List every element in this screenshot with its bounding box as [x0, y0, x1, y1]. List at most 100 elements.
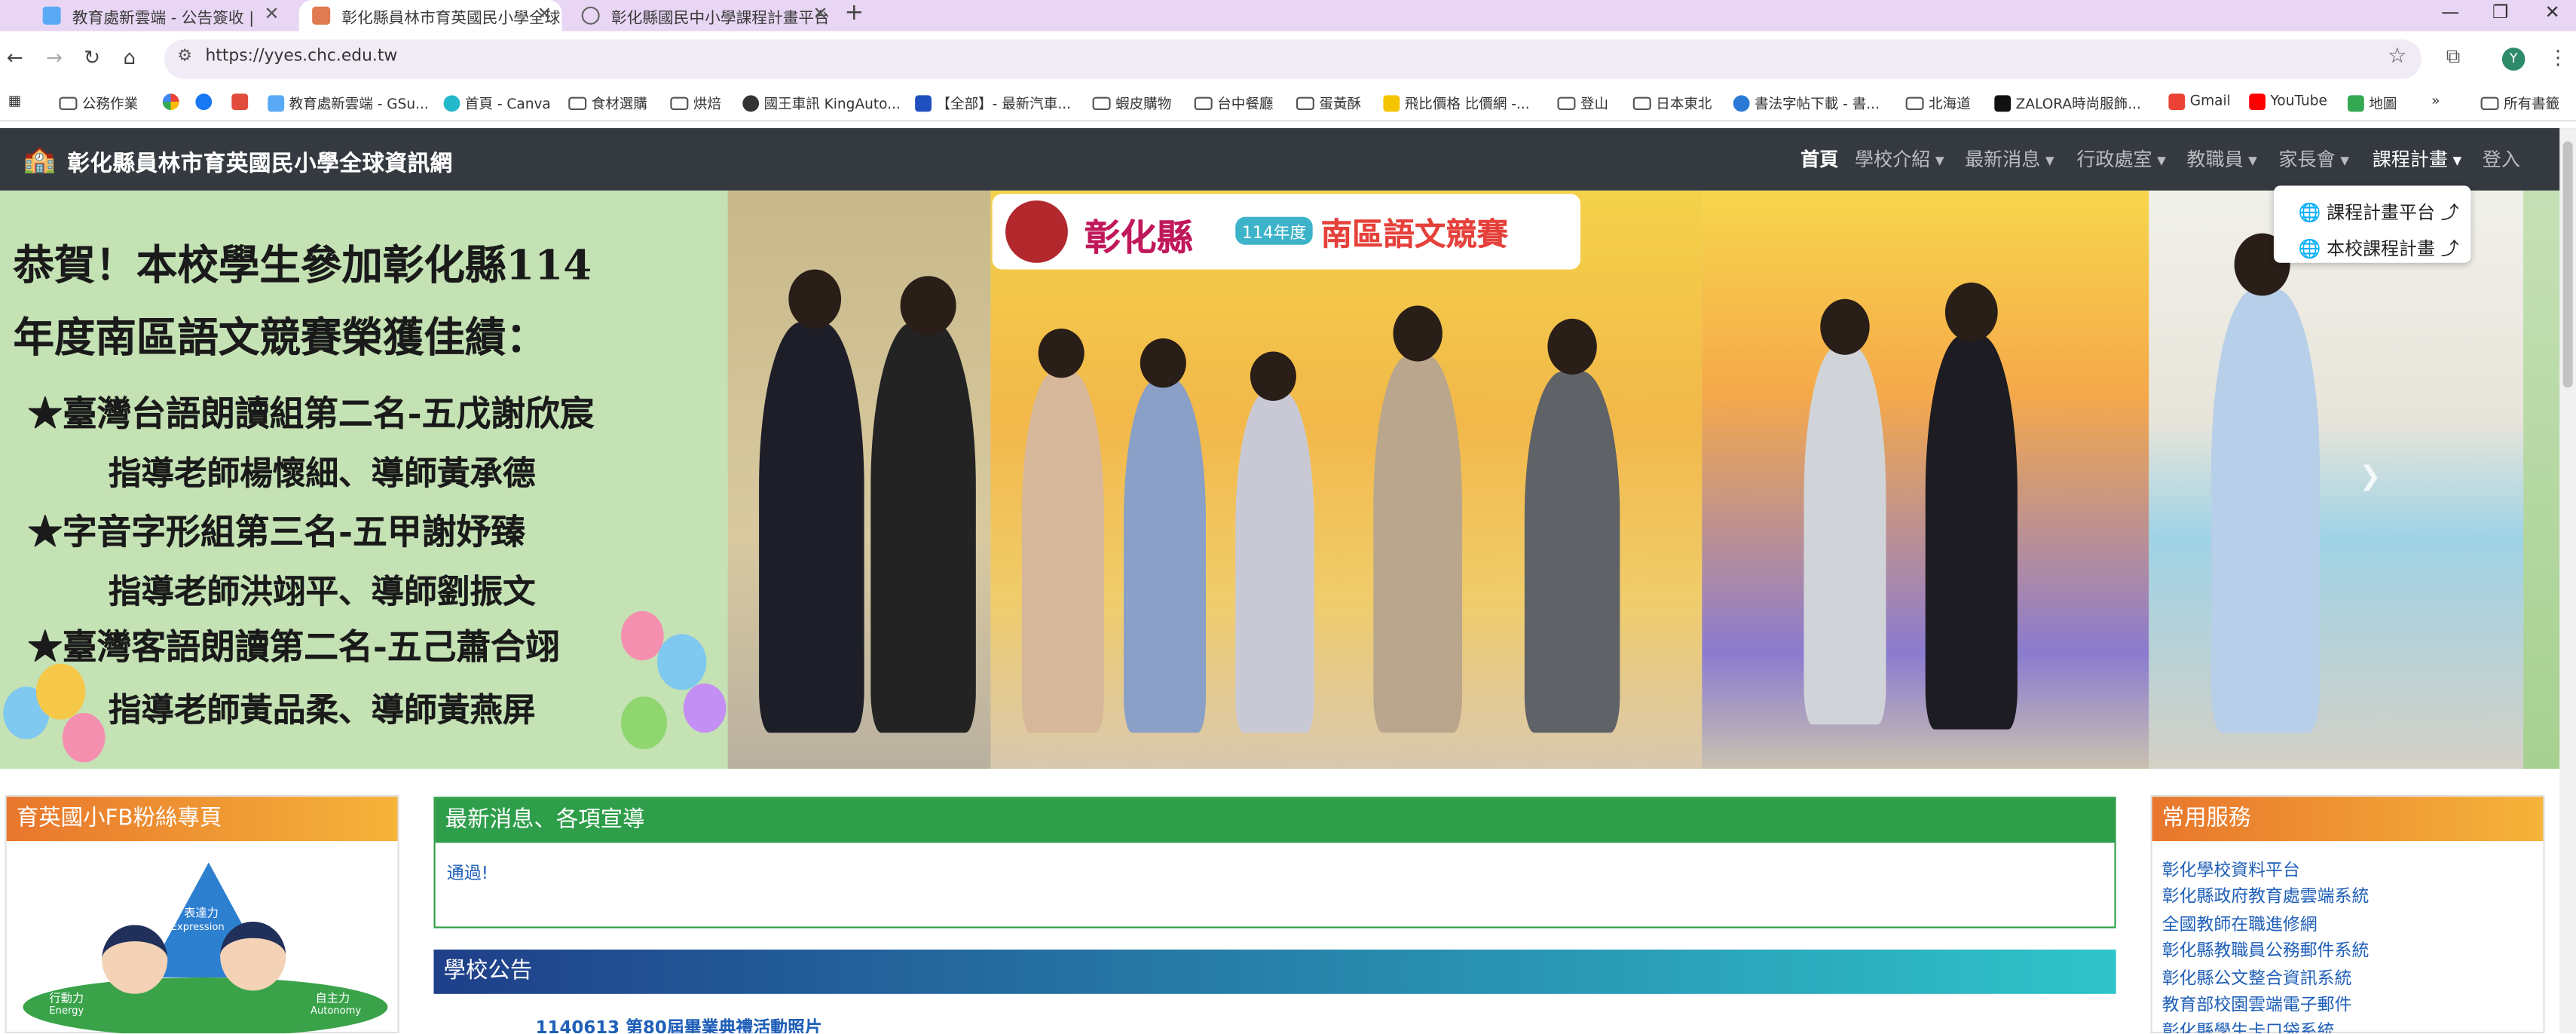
nav-home[interactable]: 首頁 — [1800, 146, 1838, 173]
fb-label: Autonomy — [310, 1005, 362, 1017]
new-tab-icon[interactable]: + — [844, 0, 864, 26]
bookmark-biggo[interactable]: 飛比價格 比價網 -... — [1383, 93, 1530, 113]
school-icon — [312, 6, 331, 25]
service-link[interactable]: 全國教師在職進修網 — [2162, 912, 2317, 937]
curriculum-dropdown: 🌐 課程計畫平台 ⤴ 🌐 本校課程計畫 ⤴ — [2273, 185, 2471, 263]
fb-label: 自主力 — [315, 992, 350, 1006]
nav-staff[interactable]: 教職員 ▼ — [2186, 146, 2256, 173]
restore-icon[interactable]: ❐ — [2492, 2, 2509, 23]
bookmark-star-icon[interactable]: ☆ — [2388, 44, 2406, 69]
fb-label: 行動力 — [49, 992, 84, 1006]
service-link[interactable]: 彰化學校資料平台 — [2162, 858, 2300, 883]
nav-school-intro[interactable]: 學校介紹 ▼ — [1855, 146, 1944, 173]
services-card-title: 常用服務 — [2152, 797, 2544, 842]
close-icon[interactable]: ✕ — [813, 3, 828, 24]
facebook-icon[interactable] — [195, 93, 216, 111]
photo-person-head — [1393, 305, 1442, 362]
bookmark-kingauto[interactable]: 國王車訊 KingAuto... — [742, 93, 901, 113]
service-link[interactable]: 彰化縣學生卡口袋系統 — [2162, 1019, 2335, 1033]
hero-carousel[interactable]: 恭賀！本校學生參加彰化縣114 年度南區語文競賽榮獲佳績： ★臺灣台語朗讀組第二… — [0, 190, 2576, 769]
announcement-item[interactable]: 1140613 第80屆畢業典禮活動照片 — [536, 1015, 822, 1034]
bookmark-folder[interactable]: 公務作業 — [59, 93, 138, 113]
globe-icon: 🌐 — [2298, 238, 2321, 260]
bookmark-youtube[interactable]: YouTube — [2249, 93, 2327, 111]
carousel-next-icon[interactable]: ❯ — [2359, 460, 2381, 491]
banner-line: 指導老師洪翊平、導師劉振文 — [108, 571, 536, 611]
site-info-icon[interactable]: ⚙ — [177, 47, 192, 66]
address-bar[interactable]: ⚙ https://yyes.chc.edu.tw ☆ — [164, 39, 2422, 79]
minimize-icon[interactable]: — — [2441, 2, 2459, 23]
bookmark-folder[interactable]: 北海道 — [1905, 93, 1971, 113]
browser-tab-3[interactable]: 彰化縣國民中小學課程計畫平台 ✕ — [568, 0, 837, 31]
banner-announcement: 恭賀！本校學生參加彰化縣114 年度南區語文競賽榮獲佳績： ★臺灣台語朗讀組第二… — [0, 190, 728, 769]
photo-person — [1021, 371, 1104, 733]
bookmark-folder[interactable]: 烘焙 — [670, 93, 721, 113]
bookmark-cars[interactable]: 【全部】- 最新汽車... — [915, 93, 1071, 113]
site-navbar: 🏫 彰化縣員林市育英國民小學全球資訊網 首頁 學校介紹 ▼ 最新消息 ▼ 行政處室 ▼… — [0, 128, 2576, 191]
fb-label: Energy — [49, 1005, 84, 1017]
nav-curriculum[interactable]: 課程計畫 ▼ — [2373, 146, 2462, 173]
nav-news[interactable]: 最新消息 ▼ — [1965, 146, 2054, 173]
photo-person — [1124, 379, 1207, 733]
forward-icon[interactable]: → — [46, 46, 63, 69]
more-bookmarks-icon[interactable]: » — [2431, 93, 2440, 110]
fb-label: 表達力 — [184, 907, 219, 920]
dropdown-item-curriculum-platform[interactable]: 🌐 課程計畫平台 ⤴ — [2299, 199, 2459, 225]
service-link[interactable]: 彰化縣教職員公務郵件系統 — [2162, 938, 2369, 963]
announcements-title: 學校公告 — [433, 949, 2116, 994]
nav-admin-offices[interactable]: 行政處室 ▼ — [2076, 146, 2166, 173]
bookmark-icon[interactable] — [231, 93, 252, 111]
nav-pta[interactable]: 家長會 ▼ — [2278, 146, 2348, 173]
banner-line: ★字音字形組第三名-五甲謝妤臻 — [28, 510, 525, 552]
bookmark-folder[interactable]: 蝦皮購物 — [1092, 93, 1171, 113]
contest-year: 114年度 — [1235, 216, 1313, 245]
bookmark-folder[interactable]: 登山 — [1557, 93, 1608, 113]
back-icon[interactable]: ← — [7, 46, 23, 69]
bookmark-cloud[interactable]: 教育處新雲端 - GSu... — [268, 93, 429, 113]
bookmark-folder[interactable]: 台中餐廳 — [1194, 93, 1273, 113]
browser-tab-1[interactable]: 教育處新雲端 - 公告簽收 | ✕ — [29, 0, 289, 31]
home-icon[interactable]: ⌂ — [123, 46, 136, 69]
reload-icon[interactable]: ↻ — [84, 46, 100, 69]
close-window-icon[interactable]: ✕ — [2545, 2, 2560, 23]
page-scrollbar[interactable] — [2559, 128, 2576, 1034]
news-link[interactable]: 通過! — [447, 861, 488, 886]
bookmark-folder[interactable]: 日本東北 — [1632, 93, 1712, 113]
scrollbar-thumb[interactable] — [2562, 141, 2573, 388]
bookmark-zalora[interactable]: ZALORA時尚服飾... — [1994, 93, 2141, 113]
caret-down-icon: ▼ — [2045, 153, 2054, 167]
service-link[interactable]: 彰化縣政府教育處雲端系統 — [2162, 884, 2369, 909]
google-icon[interactable] — [162, 93, 184, 111]
service-link[interactable]: 教育部校園雲端電子郵件 — [2162, 993, 2352, 1017]
apps-icon[interactable]: ▦ — [8, 93, 22, 110]
extensions-icon[interactable]: ⧉ — [2446, 44, 2461, 69]
dropdown-item-school-curriculum[interactable]: 🌐 本校課程計畫 ⤴ — [2299, 235, 2459, 262]
banner-line: ★臺灣台語朗讀組第二名-五戊謝欣宸 — [28, 392, 595, 434]
close-icon[interactable]: ✕ — [264, 3, 279, 24]
menu-icon[interactable]: ⋮ — [2548, 46, 2568, 69]
fb-mascot — [220, 921, 286, 991]
close-icon[interactable]: ✕ — [537, 3, 552, 24]
folder-icon — [59, 96, 78, 111]
profile-avatar[interactable]: Y — [2501, 47, 2526, 71]
nav-login[interactable]: 登入 — [2483, 146, 2520, 173]
bookmark-folder[interactable]: 食材選購 — [568, 93, 647, 113]
tab-title: 教育處新雲端 - 公告簽收 | — [72, 8, 255, 27]
balloon-decoration — [656, 634, 707, 690]
photo-person-head — [1038, 328, 1085, 378]
caret-down-icon: ▼ — [1935, 153, 1944, 167]
photo-person-head — [1547, 318, 1597, 375]
service-link[interactable]: 彰化縣公文整合資訊系統 — [2162, 966, 2352, 991]
bookmark-canva[interactable]: 首頁 - Canva — [443, 93, 551, 113]
bookmark-maps[interactable]: 地圖 — [2348, 93, 2397, 113]
school-icon: 🏫 — [23, 142, 56, 175]
bookmark-gmail[interactable]: Gmail — [2168, 93, 2231, 111]
balloon-decoration — [683, 683, 727, 733]
all-bookmarks[interactable]: 所有書籤 — [2480, 93, 2559, 113]
bookmark-folder[interactable]: 蛋黃酥 — [1296, 93, 1361, 113]
bookmark-calligraphy[interactable]: 書法字帖下載 - 書... — [1733, 93, 1880, 113]
caret-down-icon: ▼ — [2340, 153, 2349, 167]
browser-tab-2[interactable]: 彰化縣員林市育英國民小學全球 ✕ — [298, 0, 562, 32]
site-brand[interactable]: 彰化縣員林市育英國民小學全球資訊網 — [67, 145, 452, 178]
news-card-title: 最新消息、各項宣導 — [435, 798, 2115, 843]
